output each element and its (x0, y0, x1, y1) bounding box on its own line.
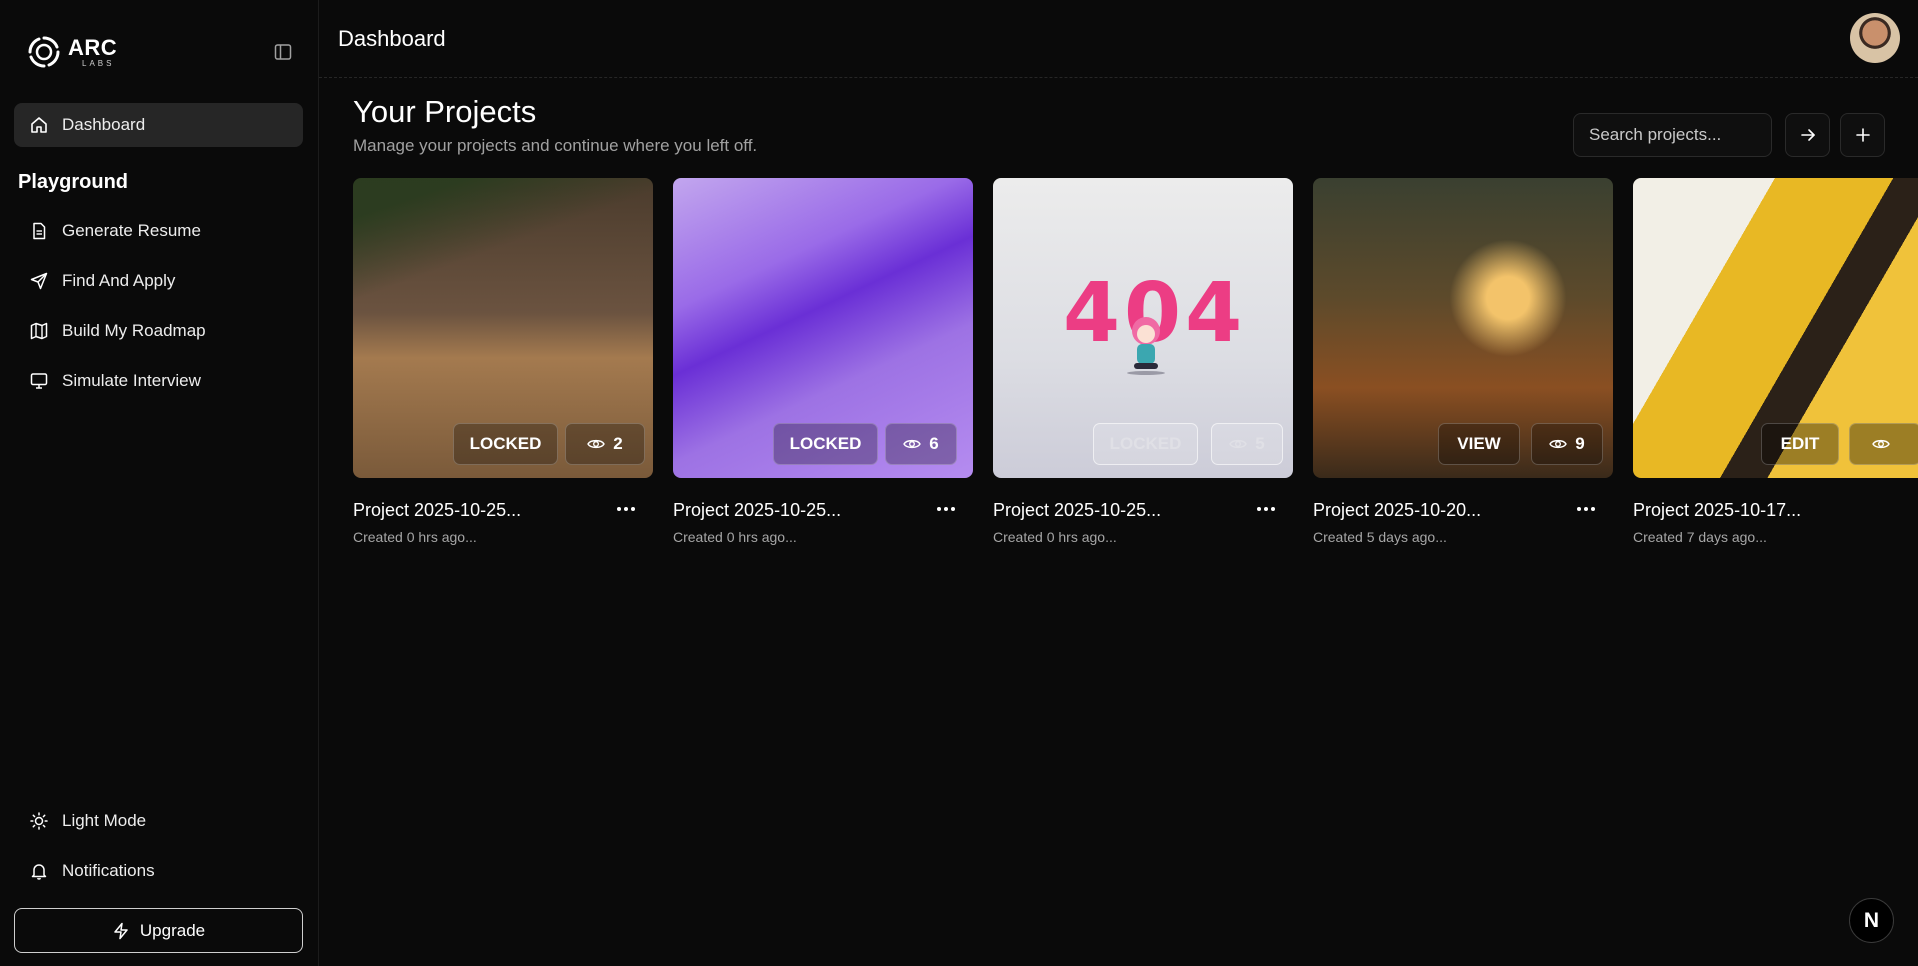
status-label: LOCKED (469, 434, 542, 453)
top-bar: Dashboard (319, 0, 1918, 78)
sidebar-item-label: Simulate Interview (62, 371, 201, 390)
project-title: Project 2025-10-25... (673, 500, 842, 520)
status-badge[interactable]: LOCKED (773, 423, 878, 465)
status-badge[interactable]: EDIT (1761, 423, 1839, 465)
status-badge[interactable]: LOCKED (1093, 423, 1198, 465)
file-text-icon (33, 222, 46, 240)
brand-logo[interactable]: ARC LABS (26, 34, 117, 70)
views-badge[interactable]: 2 (565, 423, 645, 465)
project-created-time: Created 5 days ago... (1313, 529, 1447, 545)
sidebar: ARC LABS Dashboard Playground Generate R… (0, 0, 319, 966)
sidebar-toggle-icon[interactable] (274, 43, 292, 61)
project-card[interactable]: VIEW 9 Project 2025-10-20... Created 5 d… (1313, 178, 1613, 545)
status-label: LOCKED (789, 434, 862, 453)
views-badge[interactable] (1849, 423, 1918, 465)
send-icon (30, 272, 48, 290)
view-count: 9 (1575, 434, 1585, 453)
views-badge[interactable]: 5 (1211, 423, 1283, 465)
view-count: 6 (929, 434, 939, 453)
status-badge[interactable]: VIEW (1438, 423, 1520, 465)
section-title-playground: Playground (18, 171, 129, 193)
project-thumbnail[interactable]: LOCKED 2 (353, 178, 653, 478)
sidebar-item-build-my-roadmap[interactable]: Build My Roadmap (14, 309, 303, 353)
plus-icon (1855, 128, 1870, 142)
zap-icon (114, 922, 128, 939)
view-count: 2 (613, 434, 623, 453)
brand-name: ARC (68, 34, 118, 60)
upgrade-button[interactable]: Upgrade (14, 908, 303, 953)
sidebar-item-find-and-apply[interactable]: Find And Apply (14, 259, 303, 303)
upgrade-label: Upgrade (139, 920, 206, 940)
more-options-icon[interactable] (617, 500, 639, 518)
main-content: Dashboard Your Projects Manage your proj… (319, 0, 1918, 966)
page-header: Your Projects Manage your projects and c… (353, 94, 757, 156)
brand-subtitle: LABS (82, 58, 115, 68)
project-thumbnail[interactable]: LOCKED 6 (673, 178, 973, 478)
user-avatar[interactable] (1850, 13, 1900, 63)
sidebar-item-simulate-interview[interactable]: Simulate Interview (14, 359, 303, 403)
project-list: LOCKED 2 Project 2025-10-25... Created 0… (353, 178, 1918, 558)
sidebar-item-label: Generate Resume (62, 221, 201, 240)
light-mode-label: Light Mode (62, 811, 147, 830)
project-created-time: Created 0 hrs ago... (353, 529, 477, 545)
project-created-time: Created 0 hrs ago... (993, 529, 1117, 545)
new-project-button[interactable] (1840, 113, 1885, 157)
page-title: Your Projects (353, 94, 537, 129)
eye-icon (1872, 439, 1890, 449)
sidebar-item-label: Build My Roadmap (62, 321, 206, 340)
light-mode-toggle[interactable]: Light Mode (14, 799, 303, 843)
project-card[interactable]: LOCKED 6 Project 2025-10-25... Created 0… (673, 178, 973, 545)
status-badge[interactable]: LOCKED (453, 423, 558, 465)
next-dev-badge[interactable]: N (1849, 898, 1894, 943)
arrow-right-icon (1800, 129, 1815, 141)
project-card[interactable]: LOCKED 2 Project 2025-10-25... Created 0… (353, 178, 653, 545)
go-button[interactable] (1785, 113, 1830, 157)
views-badge[interactable]: 9 (1531, 423, 1603, 465)
sidebar-item-label: Dashboard (62, 115, 146, 134)
search-projects-input[interactable] (1573, 113, 1772, 157)
arc-logo-icon (28, 36, 60, 68)
more-options-icon[interactable] (937, 500, 959, 518)
project-card[interactable]: EDIT Project 2025-10-17... Created 7 day… (1633, 178, 1918, 545)
eye-icon (587, 439, 606, 449)
more-options-icon[interactable] (1257, 500, 1279, 518)
project-thumbnail[interactable]: VIEW 9 (1313, 178, 1613, 478)
page-breadcrumb-title: Dashboard (338, 26, 446, 51)
eye-icon (1229, 439, 1248, 449)
project-title: Project 2025-10-17... (1633, 500, 1802, 520)
eye-icon (1549, 439, 1568, 449)
bell-icon (31, 864, 47, 880)
project-title: Project 2025-10-25... (993, 500, 1162, 520)
status-label: LOCKED (1109, 434, 1182, 453)
view-count: 5 (1255, 434, 1265, 453)
sidebar-item-dashboard[interactable]: Dashboard (14, 103, 303, 147)
project-created-time: Created 0 hrs ago... (673, 529, 797, 545)
monitor-icon (30, 373, 48, 389)
project-thumbnail[interactable]: EDIT (1633, 178, 1918, 478)
home-icon (31, 117, 47, 133)
sidebar-item-label: Find And Apply (62, 271, 176, 290)
map-icon (30, 322, 48, 340)
views-badge[interactable]: 6 (885, 423, 957, 465)
project-created-time: Created 7 days ago... (1633, 529, 1767, 545)
notifications-item[interactable]: Notifications (14, 849, 303, 893)
sidebar-item-generate-resume[interactable]: Generate Resume (14, 209, 303, 253)
project-card[interactable]: 404 LOCKED 5 Project 2025-10-25... Creat… (993, 178, 1293, 545)
status-label: VIEW (1457, 434, 1501, 453)
page-subtitle: Manage your projects and continue where … (353, 136, 758, 155)
chibi-character-icon (1127, 317, 1165, 375)
more-options-icon[interactable] (1577, 500, 1599, 518)
notifications-label: Notifications (62, 861, 155, 880)
eye-icon (903, 439, 922, 449)
project-thumbnail[interactable]: 404 LOCKED 5 (993, 178, 1293, 478)
project-title: Project 2025-10-20... (1313, 500, 1482, 520)
project-title: Project 2025-10-25... (353, 500, 522, 520)
sun-icon (30, 812, 48, 830)
status-label: EDIT (1780, 434, 1820, 453)
